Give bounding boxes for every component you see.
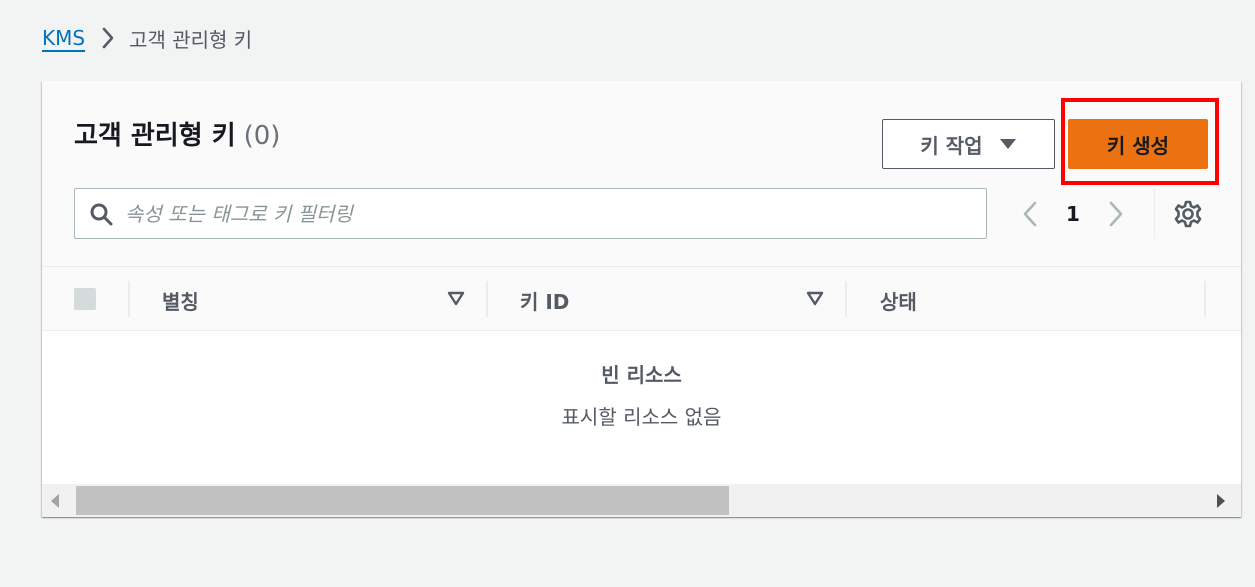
divider xyxy=(1154,189,1155,239)
keys-panel: 고객 관리형 키 (0) 키 작업 키 생성 1 xyxy=(42,81,1241,517)
panel-title-text: 고객 관리형 키 xyxy=(74,121,236,151)
sort-caret-icon[interactable] xyxy=(806,291,824,307)
empty-state-title: 빈 리소스 xyxy=(601,363,682,387)
column-header-alias[interactable]: 별칭 xyxy=(162,286,199,315)
empty-state-subtitle: 표시할 리소스 없음 xyxy=(561,405,722,429)
breadcrumb-kms-link[interactable]: KMS xyxy=(42,26,85,50)
gear-icon[interactable] xyxy=(1174,200,1202,228)
key-actions-label: 키 작업 xyxy=(920,133,983,158)
create-key-button[interactable]: 키 생성 xyxy=(1068,119,1208,169)
column-divider xyxy=(1204,281,1206,317)
chevron-right-icon[interactable] xyxy=(1108,200,1124,228)
key-count: (0) xyxy=(243,121,281,151)
chevron-right-icon xyxy=(101,27,115,49)
search-icon xyxy=(89,202,113,226)
page-title: 고객 관리형 키 (0) xyxy=(74,115,280,152)
scroll-left-arrow-icon[interactable] xyxy=(50,494,60,508)
scrollbar-thumb[interactable] xyxy=(76,486,729,515)
column-header-key-id[interactable]: 키 ID xyxy=(520,286,569,315)
breadcrumb: KMS 고객 관리형 키 xyxy=(42,22,252,54)
column-header-status[interactable]: 상태 xyxy=(880,286,917,315)
sort-caret-icon[interactable] xyxy=(447,291,465,307)
caret-down-icon xyxy=(999,137,1017,151)
create-key-label: 키 생성 xyxy=(1106,133,1170,158)
pagination: 1 xyxy=(1022,188,1124,239)
breadcrumb-current: 고객 관리형 키 xyxy=(129,27,253,52)
key-actions-button[interactable]: 키 작업 xyxy=(882,119,1055,169)
table-header: 별칭 키 ID 상태 xyxy=(42,266,1241,331)
column-divider xyxy=(486,281,488,317)
horizontal-scrollbar[interactable] xyxy=(42,484,1241,517)
scroll-right-arrow-icon[interactable] xyxy=(1216,494,1226,508)
select-all-checkbox[interactable] xyxy=(74,288,96,310)
column-divider xyxy=(845,281,847,317)
chevron-left-icon[interactable] xyxy=(1022,200,1038,228)
column-divider xyxy=(128,281,130,317)
search-input[interactable] xyxy=(125,201,965,226)
page-number[interactable]: 1 xyxy=(1066,202,1080,226)
search-filter[interactable] xyxy=(74,188,987,239)
